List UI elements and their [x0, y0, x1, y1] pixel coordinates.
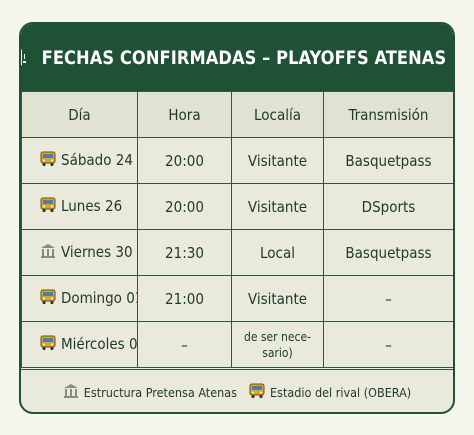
legend-item-away: Estadio del rival (OBERA) [249, 383, 411, 402]
broadcast-cell: Basquetpass [323, 229, 453, 276]
legend: Estructura Pretensa Atenas Estadio del r… [21, 369, 453, 412]
day-cell: Viernes 30 [21, 229, 138, 276]
time-cell: 20:00 [137, 183, 232, 230]
venue-cell: Visitante [231, 183, 324, 230]
schedule-table: Día Hora Localía Transmisión Sábado 24 2… [21, 91, 453, 368]
day-cell: Lunes 26 [21, 183, 138, 230]
time-cell: – [137, 321, 232, 368]
legend-item-local: Estructura Pretensa Atenas [63, 383, 237, 402]
broadcast-cell: Basquetpass [323, 137, 453, 184]
bus-icon [40, 289, 56, 309]
bus-icon [40, 197, 56, 217]
table-row: Domingo 01 21:00 Visitante – [21, 275, 453, 322]
table-header-row: Día Hora Localía Transmisión [21, 91, 453, 138]
table-row: Lunes 26 20:00 Visitante DSports [21, 183, 453, 230]
venue-cell: Local [231, 229, 324, 276]
bus-icon [40, 151, 56, 171]
column-header-time: Hora [137, 91, 232, 138]
column-header-broadcast: Transmisión [323, 91, 453, 138]
broadcast-cell: DSports [323, 183, 453, 230]
time-cell: 21:30 [137, 229, 232, 276]
legend-label: Estadio del rival (OBERA) [270, 385, 412, 400]
stadium-icon [40, 243, 56, 263]
broadcast-cell: – [323, 275, 453, 322]
time-cell: 21:00 [137, 275, 232, 322]
clipboard-icon [21, 49, 26, 66]
day-cell: Domingo 01 [21, 275, 138, 322]
bus-icon [40, 335, 56, 355]
day-cell: Miércoles 04 [21, 321, 138, 368]
legend-label: Estructura Pretensa Atenas [83, 385, 238, 400]
table-row: Sábado 24 20:00 Visitante Basquetpass [21, 137, 453, 184]
schedule-card: FECHAS CONFIRMADAS – PLAYOFFS ATENAS Día… [19, 22, 455, 414]
stadium-icon [63, 383, 79, 402]
bus-icon [249, 383, 265, 402]
venue-cell: Visitante [231, 137, 324, 184]
venue-cell: Visitante [231, 275, 324, 322]
day-cell: Sábado 24 [21, 137, 138, 184]
table-row: Viernes 30 21:30 Local Basquetpass [21, 229, 453, 276]
page-title: FECHAS CONFIRMADAS – PLAYOFFS ATENAS [41, 46, 446, 69]
header-bar: FECHAS CONFIRMADAS – PLAYOFFS ATENAS [21, 24, 453, 91]
column-header-day: Día [21, 91, 138, 138]
venue-cell: de ser nece-sario) [231, 321, 324, 368]
table-row: Miércoles 04 – de ser nece-sario) – [21, 321, 453, 368]
column-header-venue: Localía [231, 91, 324, 138]
broadcast-cell: – [323, 321, 453, 368]
time-cell: 20:00 [137, 137, 232, 184]
